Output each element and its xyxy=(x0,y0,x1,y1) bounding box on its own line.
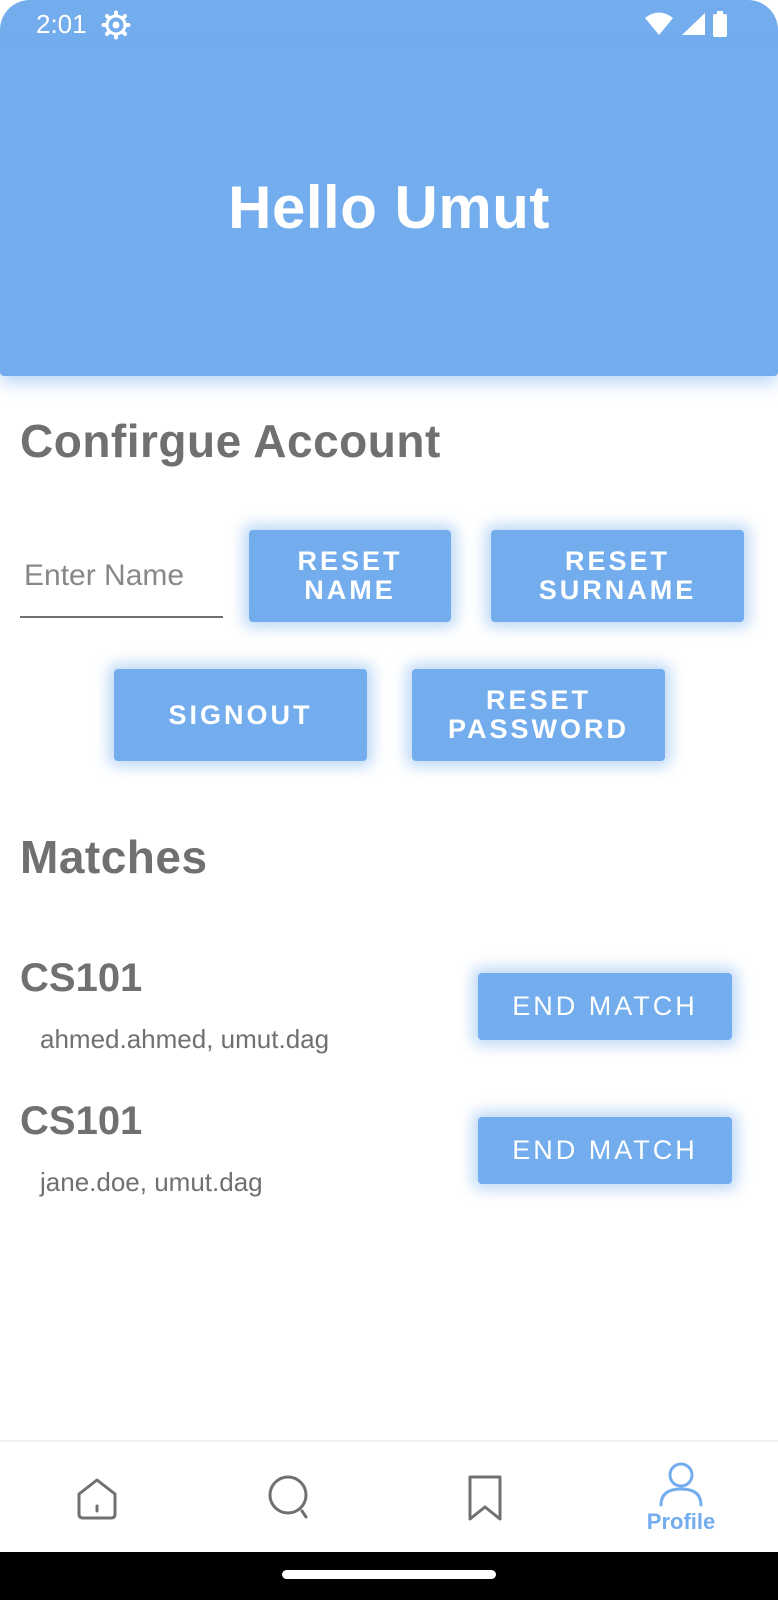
name-input[interactable] xyxy=(20,540,223,618)
configure-account-title: Confirgue Account xyxy=(20,415,441,467)
nav-item-profile[interactable]: Profile xyxy=(584,1442,778,1554)
match-course: CS101 xyxy=(20,1099,143,1143)
reset-password-button[interactable]: RESET PASSWORD xyxy=(412,669,665,761)
profile-icon xyxy=(659,1462,703,1507)
greeting-title: Hello Umut xyxy=(228,173,550,241)
status-bar: 2:01 xyxy=(0,0,778,48)
status-time: 2:01 xyxy=(36,9,87,39)
nav-label-profile: Profile xyxy=(646,1509,716,1534)
end-match-button[interactable]: END MATCH xyxy=(478,973,732,1040)
bookmark-icon xyxy=(468,1475,502,1521)
reset-surname-button[interactable]: RESET SURNAME xyxy=(491,530,744,622)
signout-button[interactable]: SIGNOUT xyxy=(114,669,367,761)
end-match-button[interactable]: END MATCH xyxy=(478,1117,732,1184)
nav-item-home[interactable] xyxy=(0,1442,194,1554)
bottom-nav: Profile xyxy=(0,1440,778,1554)
wifi-icon xyxy=(645,12,673,35)
battery-icon xyxy=(713,11,727,37)
home-gesture-handle[interactable] xyxy=(282,1570,496,1579)
match-users: ahmed.ahmed, umut.dag xyxy=(40,1024,330,1054)
search-icon xyxy=(268,1475,308,1519)
reset-name-button[interactable]: RESET NAME xyxy=(249,530,451,622)
nav-item-search[interactable] xyxy=(194,1442,388,1554)
nav-item-bookmarks[interactable] xyxy=(388,1442,582,1554)
home-icon xyxy=(77,1478,117,1520)
match-course: CS101 xyxy=(20,956,143,1000)
match-users: jane.doe, umut.dag xyxy=(40,1167,263,1197)
matches-title: Matches xyxy=(20,831,208,883)
status-icons xyxy=(644,10,728,38)
header-banner: Hello Umut xyxy=(0,48,778,376)
settings-icon xyxy=(101,10,131,40)
signal-icon xyxy=(682,13,705,35)
